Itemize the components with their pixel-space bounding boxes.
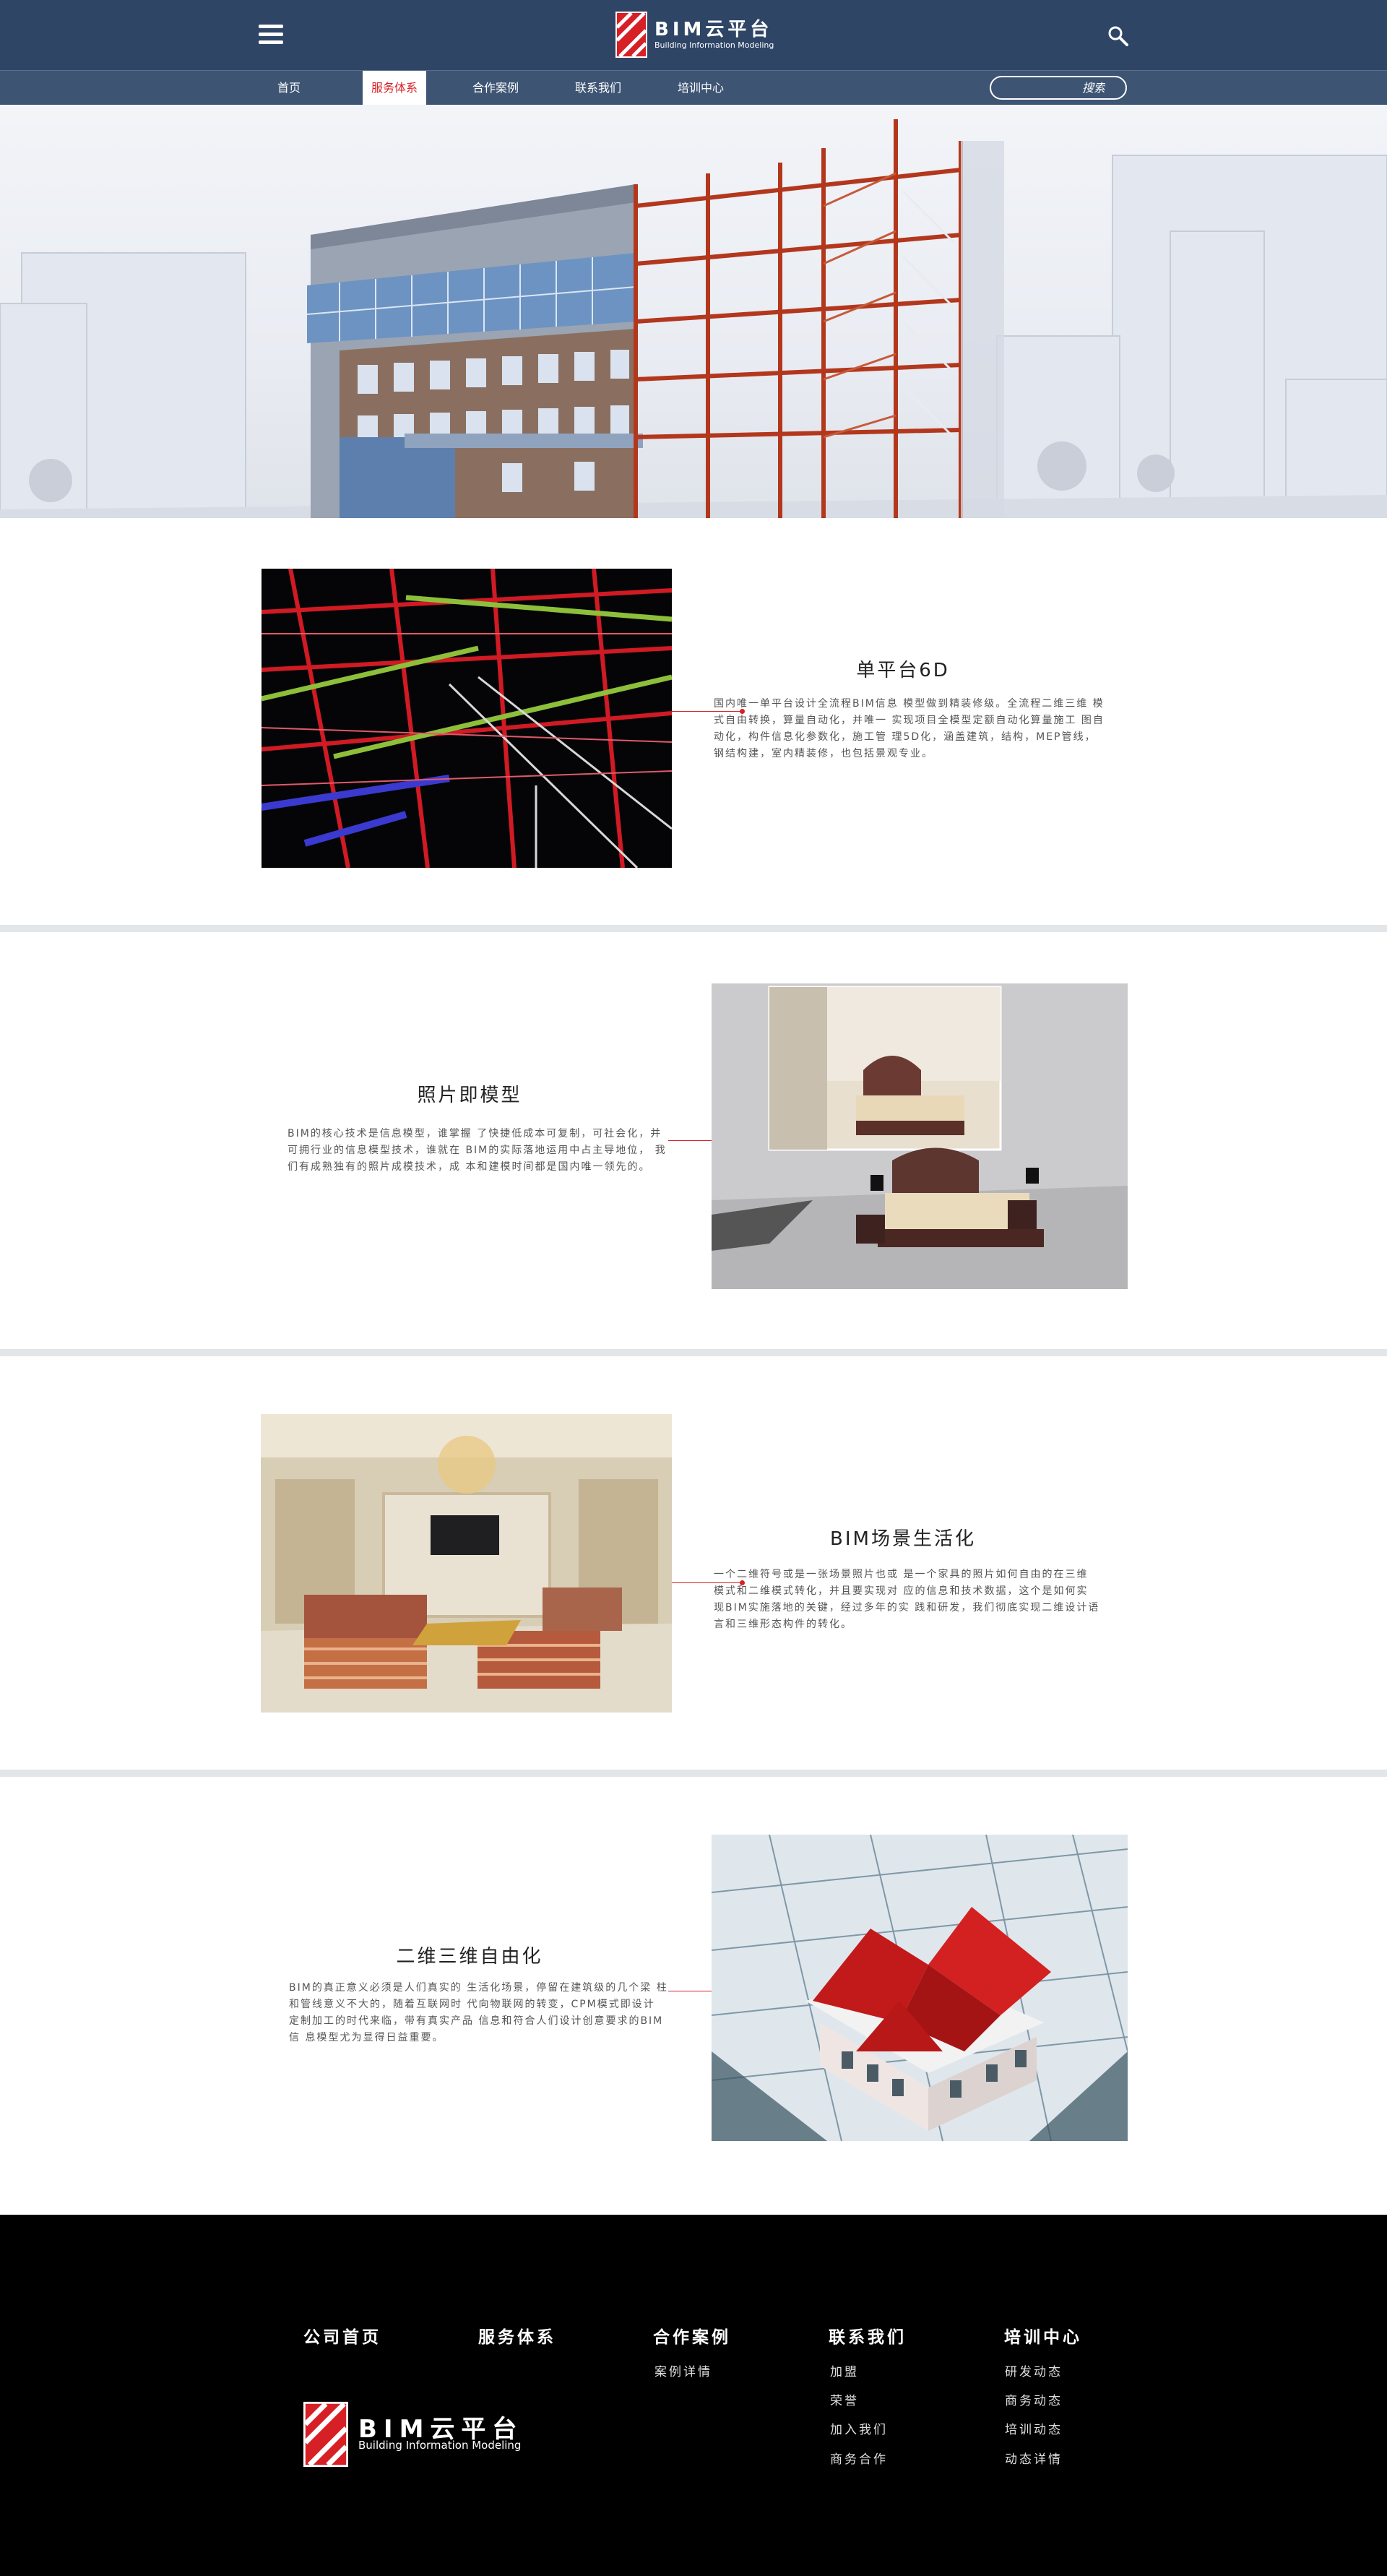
feature-section-2: 照片即模型 BIM的核心技术是信息模型，谁掌握 了快捷低成本可复制，可社会化，并… (0, 932, 1387, 1351)
feature-section-1: 单平台6D 国内唯一单平台设计全流程BIM信息 模型做到精装修级。全流程二维三维… (0, 518, 1387, 926)
feature-image-house-blueprint (712, 1835, 1128, 2141)
feature-section-4: 二维三维自由化 BIM的真正意义必须是人们真实的 生活化场景，停留在建筑级的几个… (0, 1777, 1387, 2214)
feature-1-title: 单平台6D (856, 660, 950, 681)
footer-brand-subtitle: Building Information Modeling (358, 2439, 522, 2452)
logo-icon (303, 2401, 348, 2468)
hero-banner (0, 105, 1387, 518)
nav-contact[interactable]: 联系我们 (569, 71, 627, 105)
footer-heading-training[interactable]: 培训中心 (1004, 2323, 1082, 2348)
feature-2-desc: BIM的核心技术是信息模型，谁掌握 了快捷低成本可复制，可社会化，并 可拥行业的… (288, 1128, 667, 1173)
brand-title: BIM云平台 (654, 19, 773, 40)
footer-brand-logo[interactable]: BIM云平台 Building Information Modeling (303, 2401, 523, 2468)
top-header: BIM云平台 Building Information Modeling (0, 0, 1387, 70)
feature-section-3: BIM场景生活化 一个二维符号或是一张场景照片也或 是一个家具的照片如何自由的在… (0, 1356, 1387, 1772)
footer-link-case-details[interactable]: 案例详情 (654, 2361, 712, 2379)
feature-3-desc: 一个二维符号或是一张场景照片也或 是一个家具的照片如何自由的在三维 模式和二维模… (714, 1569, 1100, 1630)
feature-image-living-room (261, 1414, 672, 1713)
nav-services[interactable]: 服务体系 (363, 71, 426, 105)
brand-logo[interactable]: BIM云平台 Building Information Modeling (615, 11, 774, 59)
main-nav: 首页 服务体系 合作案例 联系我们 培训中心 (0, 70, 1387, 105)
feature-2-title: 照片即模型 (417, 1085, 522, 1106)
footer-link-news-details[interactable]: 动态详情 (1005, 2449, 1063, 2467)
footer-link-training-news[interactable]: 培训动态 (1005, 2419, 1063, 2437)
section-divider-1 (0, 925, 1387, 932)
feature-image-mep-pipes (262, 569, 672, 868)
nav-cases[interactable]: 合作案例 (467, 71, 524, 105)
search-icon[interactable] (1107, 25, 1130, 48)
footer-link-careers[interactable]: 加入我们 (830, 2419, 888, 2437)
site-footer: 公司首页 服务体系 合作案例 联系我们 培训中心 案例详情 加盟 荣誉 加入我们… (0, 2215, 1387, 2576)
footer-heading-home[interactable]: 公司首页 (303, 2323, 381, 2348)
footer-heading-services[interactable]: 服务体系 (478, 2323, 556, 2348)
search-input[interactable] (990, 76, 1127, 100)
footer-heading-cases[interactable]: 合作案例 (653, 2323, 731, 2348)
footer-heading-contact[interactable]: 联系我们 (829, 2323, 907, 2348)
feature-4-title: 二维三维自由化 (396, 1946, 543, 1968)
nav-home[interactable]: 首页 (267, 71, 311, 105)
logo-icon (615, 12, 647, 58)
feature-3-title: BIM场景生活化 (830, 1528, 976, 1550)
footer-link-rd-news[interactable]: 研发动态 (1005, 2361, 1063, 2379)
footer-link-business-news[interactable]: 商务动态 (1005, 2390, 1063, 2408)
brand-subtitle: Building Information Modeling (654, 40, 774, 50)
footer-link-business[interactable]: 商务合作 (830, 2449, 888, 2467)
footer-brand-title: BIM云平台 (358, 2415, 524, 2444)
feature-1-desc: 国内唯一单平台设计全流程BIM信息 模型做到精装修级。全流程二维三维 模式自由转… (714, 698, 1105, 759)
section-divider-3 (0, 1770, 1387, 1777)
section-divider-2 (0, 1349, 1387, 1356)
footer-link-honor[interactable]: 荣誉 (830, 2390, 859, 2408)
nav-training[interactable]: 培训中心 (672, 71, 730, 105)
menu-icon[interactable] (259, 25, 283, 46)
footer-link-join[interactable]: 加盟 (830, 2361, 859, 2379)
feature-image-bedroom (712, 983, 1128, 1289)
feature-4-desc: BIM的真正意义必须是人们真实的 生活化场景，停留在建筑级的几个梁 柱和管线意义… (289, 1982, 668, 2043)
